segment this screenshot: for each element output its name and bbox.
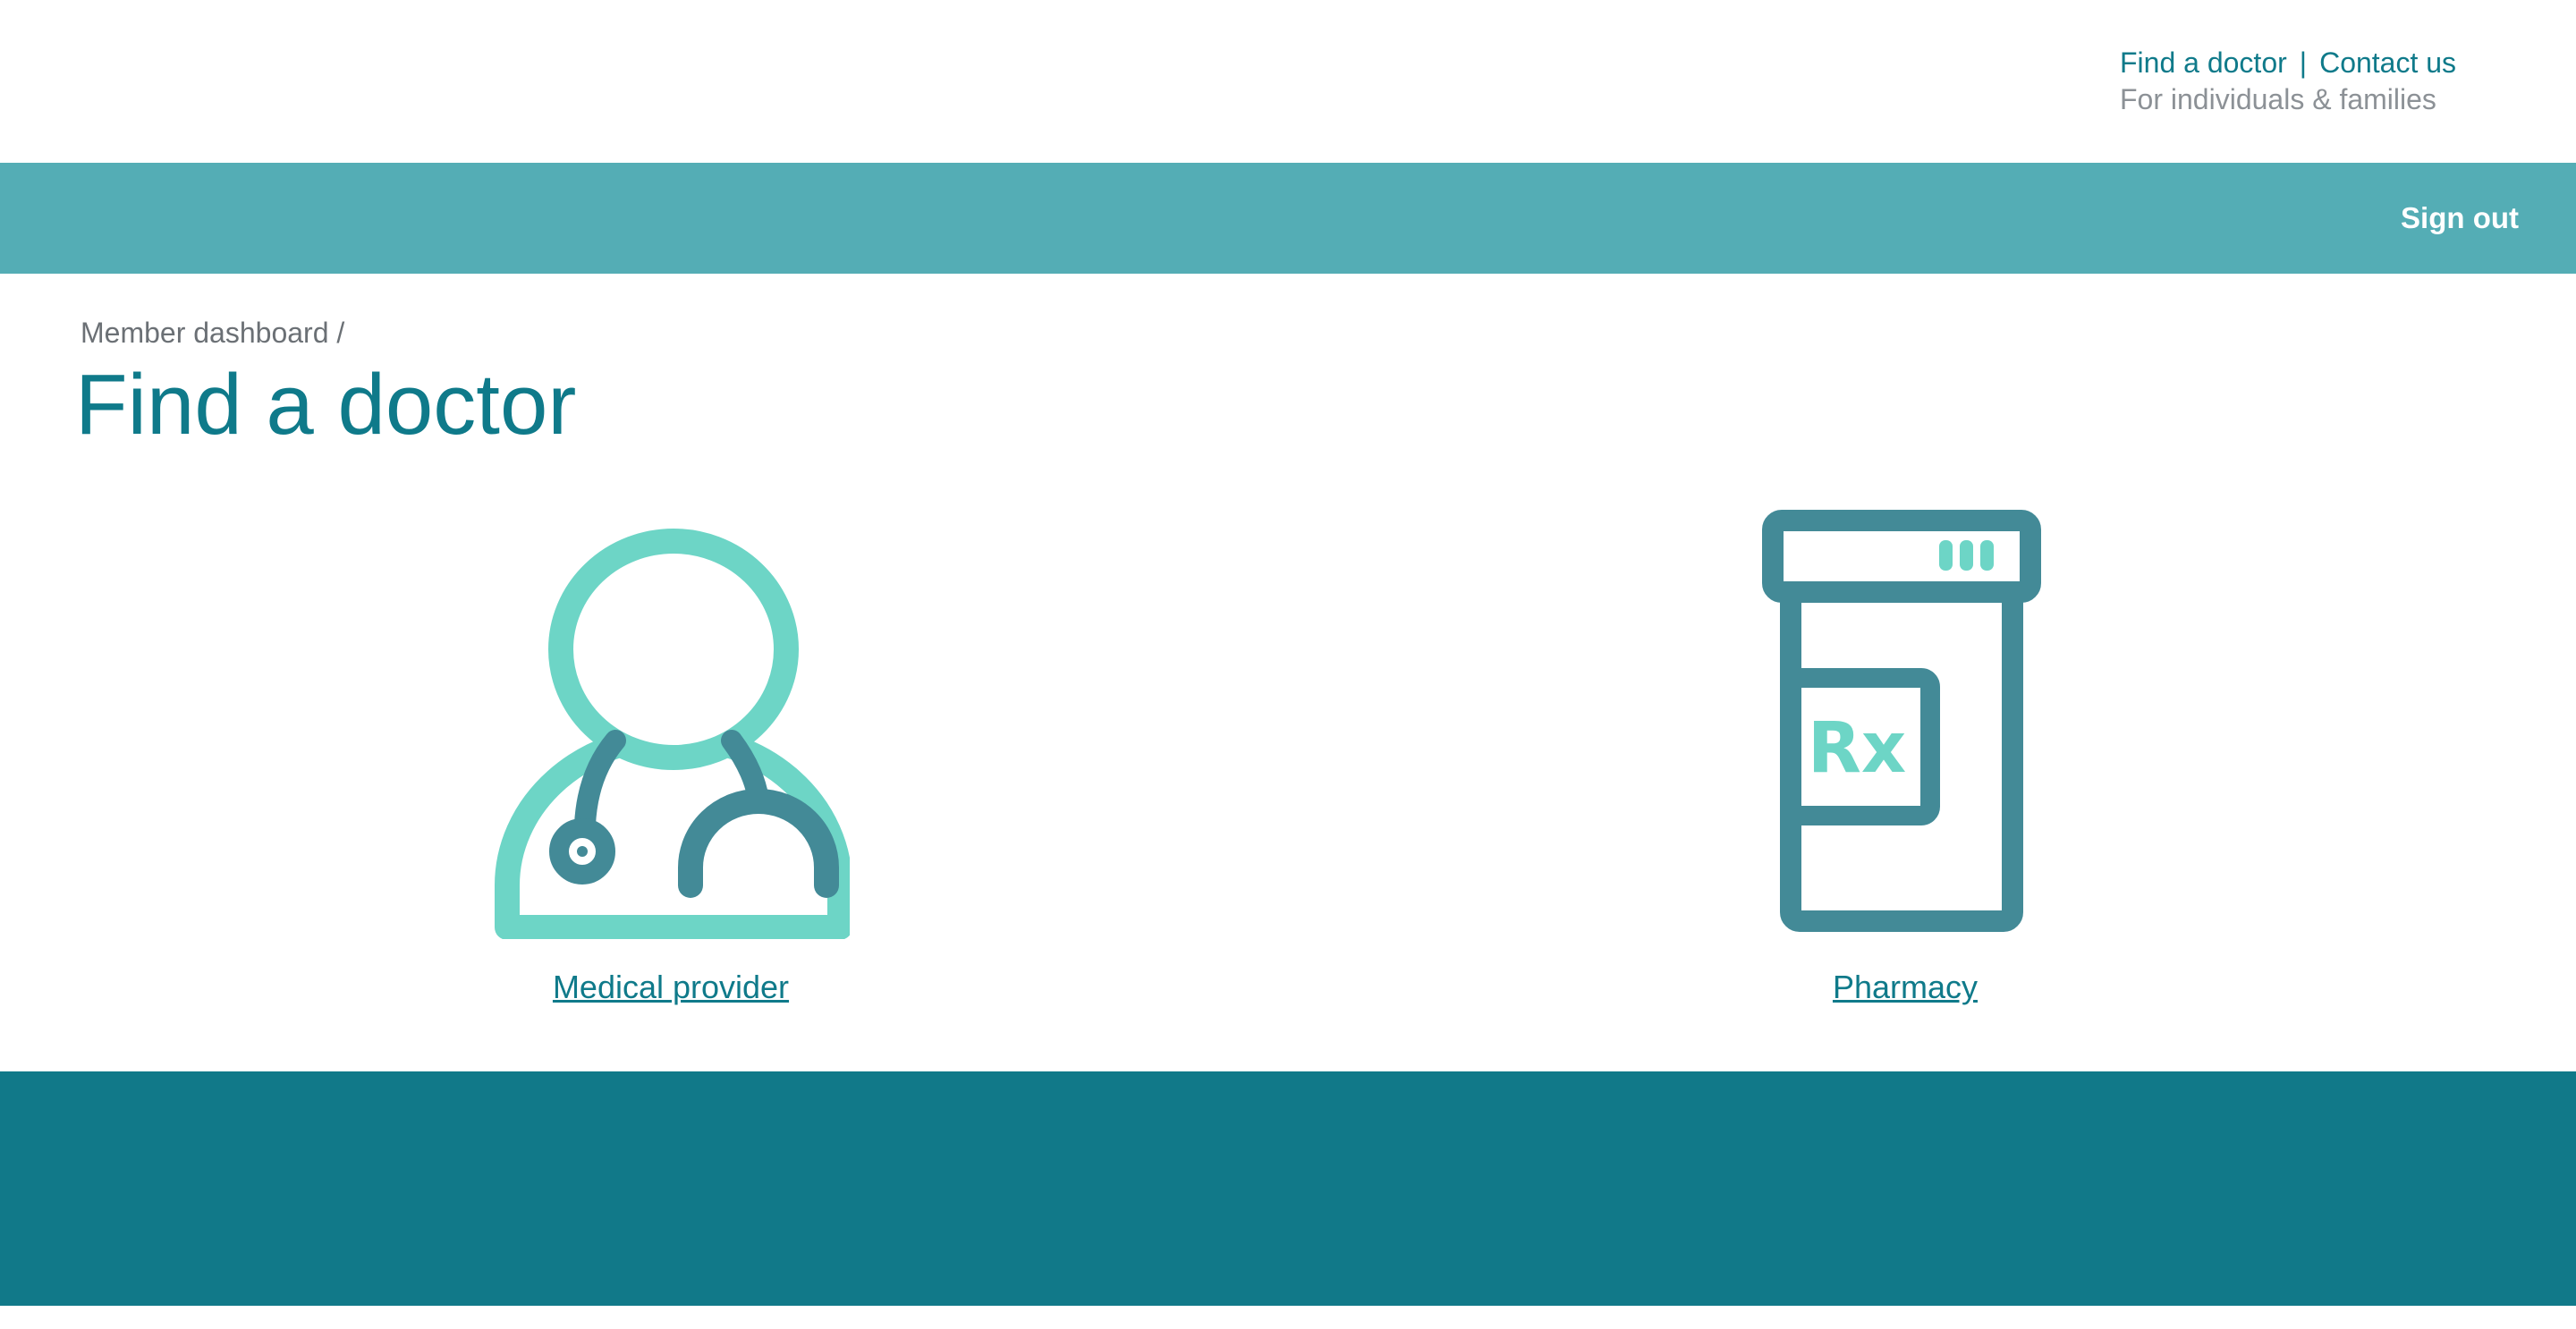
utility-links: Find a doctor | Contact us <box>2120 43 2456 82</box>
breadcrumb-separator: / <box>336 317 345 349</box>
utility-header: Find a doctor | Contact us For individua… <box>0 0 2576 163</box>
pharmacy-link[interactable]: Pharmacy <box>1592 968 2218 1007</box>
audience-tagline: For individuals & families <box>2120 83 2436 115</box>
doctor-icon[interactable] <box>492 501 850 939</box>
rx-label: Rx <box>1808 708 1906 789</box>
nav-bar: Sign out <box>0 163 2576 274</box>
medical-provider-link[interactable]: Medical provider <box>358 968 984 1007</box>
page: Find a doctor | Contact us For individua… <box>0 0 2576 1329</box>
page-title: Find a doctor <box>75 357 577 453</box>
sign-out-button[interactable]: Sign out <box>2401 163 2519 274</box>
pill-bottle-icon[interactable]: Rx <box>1726 501 2084 939</box>
link-separator: | <box>2299 47 2308 79</box>
contact-us-link[interactable]: Contact us <box>2319 43 2456 82</box>
footer <box>0 1071 2576 1306</box>
find-doctor-link[interactable]: Find a doctor <box>2120 43 2287 82</box>
breadcrumb-member-dashboard[interactable]: Member dashboard <box>80 317 328 349</box>
pharmacy-option: Rx Pharmacy <box>1592 501 2218 1020</box>
medical-provider-option: Medical provider <box>358 501 984 1020</box>
breadcrumb: Member dashboard / <box>80 315 344 351</box>
provider-options: Medical provider Rx Pharmacy <box>0 501 2576 1020</box>
